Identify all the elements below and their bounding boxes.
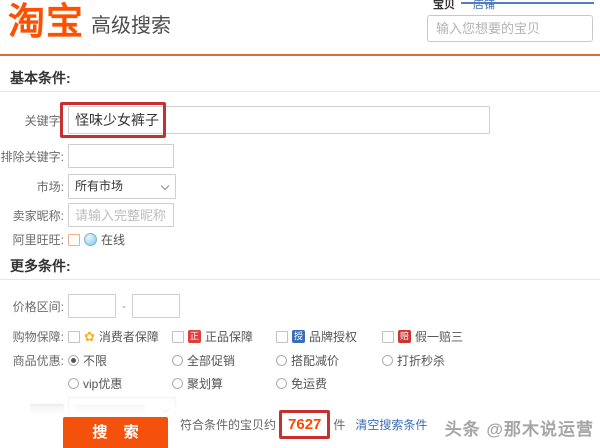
exclude-keyword-label: 排除关键字: [0, 148, 64, 165]
genuine-product-icon: 正 [188, 330, 201, 343]
taobao-advanced-search-page: 淘宝 高级搜索 宝贝 店铺 基本条件: 关键字: 排除关键字: 市场: 所有市场… [0, 0, 600, 448]
brand-license-icon: 授 [292, 330, 305, 343]
taobao-logo[interactable]: 淘宝 [8, 0, 84, 44]
keyword-input[interactable] [68, 106, 490, 134]
price-range-label: 价格区间: [0, 298, 64, 315]
search-button[interactable]: 搜 索 [63, 417, 168, 448]
section-divider [0, 91, 600, 92]
promo-option-free-shipping[interactable]: 免运费 [276, 375, 382, 392]
chevron-down-icon [161, 182, 169, 190]
basic-conditions-title: 基本条件: [10, 68, 71, 88]
promo-bundle-label: 搭配减价 [291, 352, 339, 369]
promo-vip-label: vip优惠 [83, 375, 122, 392]
promo-option-flash-sale[interactable]: 打折秒杀 [382, 352, 445, 369]
price-max-input[interactable] [132, 294, 180, 318]
promo-radio-unlimited[interactable] [68, 355, 79, 366]
exclude-keyword-input[interactable] [68, 144, 174, 168]
seller-nickname-label: 卖家昵称: [0, 207, 64, 224]
wangwang-online-checkbox[interactable] [68, 234, 80, 246]
tab-item[interactable]: 宝贝 [433, 0, 455, 11]
shopping-guarantee-label: 购物保障: [0, 328, 64, 345]
guarantee-genuine-checkbox[interactable] [172, 331, 184, 343]
watermark: 头条 @那木说运营 [445, 415, 594, 440]
market-select-value: 所有市场 [75, 179, 123, 193]
price-separator: - [122, 299, 126, 313]
shopping-guarantee-row: 购物保障: ✿ 消费者保障 正 正品保障 授 品牌授权 赔 假一赔三 [0, 328, 600, 345]
guarantee-genuine-option[interactable]: 正 正品保障 [172, 328, 276, 345]
result-count highlight-box-count: 7627 [279, 410, 330, 439]
search-tabs: 宝贝 店铺 [427, 0, 593, 12]
market-label: 市场: [0, 178, 64, 195]
promo-radio-all-sales[interactable] [172, 355, 183, 366]
promo-option-vip[interactable]: vip优惠 [68, 375, 172, 392]
promo-option-unlimited[interactable]: 不限 [68, 352, 172, 369]
clear-search-link[interactable]: 清空搜索条件 [355, 416, 427, 433]
promo-radio-free-shipping[interactable] [276, 378, 287, 389]
keyword-label: 关键字: [0, 112, 64, 129]
header-divider [0, 54, 600, 56]
result-prefix: 符合条件的宝贝约 [180, 416, 276, 433]
page-title: 高级搜索 [91, 9, 171, 44]
keyword-row: 关键字: [0, 106, 600, 134]
wangwang-online-option[interactable]: 在线 [68, 231, 125, 248]
result-suffix: 件 [333, 416, 345, 433]
consumer-guarantee-icon: ✿ [84, 330, 95, 343]
exclude-keyword-row: 排除关键字: [0, 144, 600, 168]
market-select[interactable]: 所有市场 [68, 174, 176, 199]
promo-radio-flash-sale[interactable] [382, 355, 393, 366]
price-range-row: 价格区间: - [0, 294, 600, 318]
seller-nickname-input[interactable] [68, 203, 174, 227]
top-search-input[interactable] [427, 15, 593, 42]
guarantee-fake-label: 假一赔三 [415, 328, 463, 345]
wangwang-row: 阿里旺旺: 在线 [0, 231, 600, 248]
promo-row-2: vip优惠 聚划算 免运费 [0, 375, 600, 392]
guarantee-genuine-label: 正品保障 [205, 328, 253, 345]
market-row: 市场: 所有市场 [0, 174, 600, 199]
wangwang-label: 阿里旺旺: [0, 231, 64, 248]
guarantee-fake-checkbox[interactable] [382, 331, 394, 343]
promo-label: 商品优惠: [0, 352, 64, 369]
guarantee-consumer-checkbox[interactable] [68, 331, 80, 343]
promo-option-all-sales[interactable]: 全部促销 [172, 352, 276, 369]
promo-juhuasuan-label: 聚划算 [187, 375, 223, 392]
tab-underline [461, 2, 594, 4]
promo-flash-sale-label: 打折秒杀 [397, 352, 445, 369]
guarantee-brand-checkbox[interactable] [276, 331, 288, 343]
promo-radio-bundle[interactable] [276, 355, 287, 366]
fake-compensation-icon: 赔 [398, 330, 411, 343]
header: 淘宝 高级搜索 [8, 0, 171, 44]
promo-option-juhuasuan[interactable]: 聚划算 [172, 375, 276, 392]
wangwang-icon [84, 233, 97, 246]
promo-free-shipping-label: 免运费 [291, 375, 327, 392]
promo-all-sales-label: 全部促销 [187, 352, 235, 369]
promo-option-bundle[interactable]: 搭配减价 [276, 352, 382, 369]
section-divider-2 [0, 279, 600, 280]
price-min-input[interactable] [68, 294, 116, 318]
promo-radio-juhuasuan[interactable] [172, 378, 183, 389]
guarantee-brand-option[interactable]: 授 品牌授权 [276, 328, 382, 345]
guarantee-brand-label: 品牌授权 [309, 328, 357, 345]
promo-row-1: 商品优惠: 不限 全部促销 搭配减价 打折秒杀 [0, 352, 600, 369]
promo-radio-vip[interactable] [68, 378, 79, 389]
more-conditions-title: 更多条件: [10, 256, 71, 276]
promo-unlimited-label: 不限 [83, 352, 107, 369]
guarantee-fake-option[interactable]: 赔 假一赔三 [382, 328, 463, 345]
result-line: 符合条件的宝贝约 7627 件 清空搜索条件 [180, 410, 427, 439]
guarantee-consumer-label: 消费者保障 [99, 328, 159, 345]
guarantee-consumer-option[interactable]: ✿ 消费者保障 [68, 328, 172, 345]
top-search-widget: 宝贝 店铺 [427, 0, 593, 42]
seller-row: 卖家昵称: [0, 203, 600, 227]
wangwang-online-label: 在线 [101, 231, 125, 248]
